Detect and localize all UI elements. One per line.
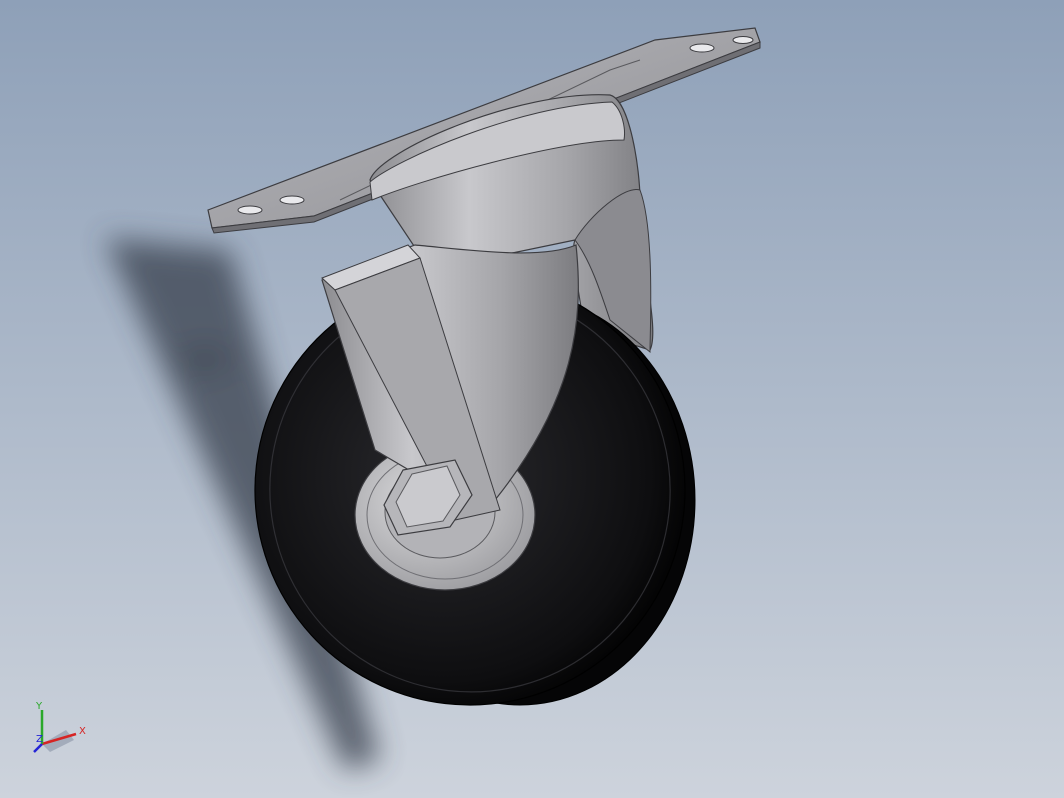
graphics-viewport[interactable]: X Y Z bbox=[0, 0, 1064, 798]
triad-plane bbox=[42, 730, 74, 752]
triad-z-label: Z bbox=[36, 734, 43, 745]
coordinate-triad: X Y Z bbox=[33, 701, 86, 753]
triad-x-label: X bbox=[79, 726, 86, 737]
triad-y-label: Y bbox=[35, 701, 43, 712]
triad-z-axis bbox=[33, 743, 43, 753]
caster-wheel-model[interactable] bbox=[0, 0, 1064, 798]
